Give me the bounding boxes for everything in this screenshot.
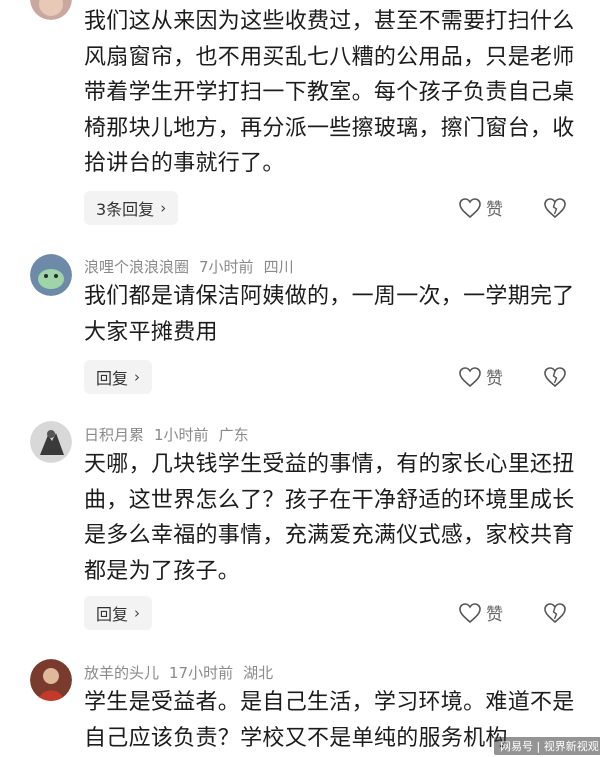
dislike-button[interactable] xyxy=(543,197,569,223)
comment-meta: 浪哩个浪浪浪圈 7小时前 四川 xyxy=(84,256,294,277)
reply-count-button[interactable]: 3条回复 › xyxy=(84,191,179,225)
comment-body: 我们都是请保洁阿姨做的，一周一次，一学期完了大家平摊费用 xyxy=(84,284,575,345)
reply-button[interactable]: 回复 › xyxy=(84,596,153,630)
username[interactable]: 放羊的头儿 xyxy=(84,664,159,682)
avatar[interactable] xyxy=(30,659,72,701)
username[interactable]: 日积月累 xyxy=(84,426,144,444)
watermark: 网易号 | 视界新视观 xyxy=(494,737,600,755)
timestamp: 7小时前 xyxy=(199,258,254,276)
timestamp: 17小时前 xyxy=(169,664,234,682)
reply-label: 3条回复 xyxy=(96,200,155,219)
like-label: 赞 xyxy=(486,369,503,389)
like-label: 赞 xyxy=(486,200,503,220)
heart-outline-icon xyxy=(458,197,482,219)
chevron-right-icon: › xyxy=(160,199,167,217)
location: 湖北 xyxy=(243,664,274,682)
heart-outline-icon xyxy=(458,366,482,388)
reply-button[interactable]: 回复 › xyxy=(84,360,153,394)
like-button[interactable]: 赞 xyxy=(458,364,503,389)
broken-heart-icon xyxy=(544,367,566,388)
broken-heart-icon xyxy=(544,198,566,219)
avatar[interactable] xyxy=(30,254,72,296)
username[interactable]: 浪哩个浪浪浪圈 xyxy=(84,258,189,276)
timestamp: 1小时前 xyxy=(154,426,209,444)
chevron-right-icon: › xyxy=(134,604,141,622)
dislike-button[interactable] xyxy=(543,602,569,628)
reply-label: 回复 xyxy=(96,605,129,624)
comment-body: 我们这从来因为这些收费过，甚至不需要打扫什么风扇窗帘，也不用买乱七八糟的公用品，… xyxy=(84,9,575,176)
avatar[interactable] xyxy=(30,0,72,20)
reply-label: 回复 xyxy=(96,369,129,388)
dislike-button[interactable] xyxy=(543,366,569,392)
like-button[interactable]: 赞 xyxy=(458,600,503,625)
chevron-right-icon: › xyxy=(134,368,141,386)
comment-meta: 放羊的头儿 17小时前 湖北 xyxy=(84,662,273,683)
comment-body: 天哪，几块钱学生受益的事情，有的家长心里还扭曲，这世界怎么了？孩子在干净舒适的环… xyxy=(84,452,575,584)
location: 广东 xyxy=(218,426,249,444)
avatar[interactable] xyxy=(30,421,72,463)
broken-heart-icon xyxy=(544,603,566,624)
heart-outline-icon xyxy=(458,602,482,624)
location: 四川 xyxy=(263,258,294,276)
comment-meta: 日积月累 1小时前 广东 xyxy=(84,424,249,445)
like-button[interactable]: 赞 xyxy=(458,195,503,220)
like-label: 赞 xyxy=(486,605,503,625)
